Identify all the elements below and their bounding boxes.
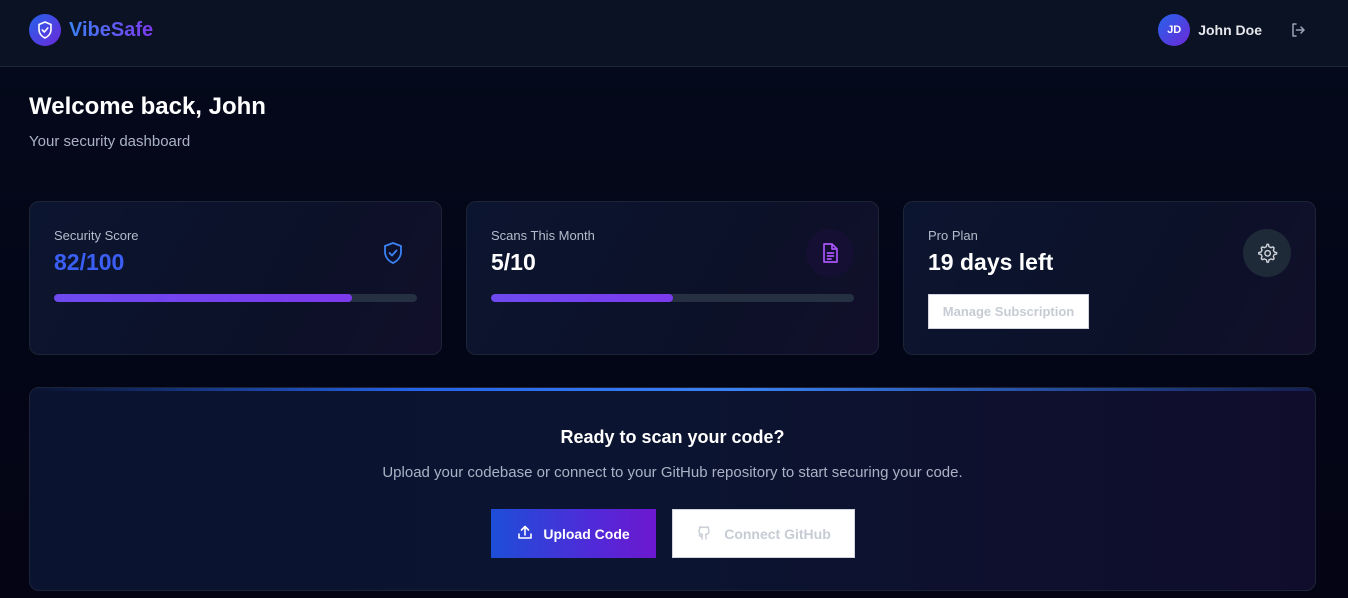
shield-logo-icon	[29, 14, 61, 46]
scan-cta-panel: Ready to scan your code? Upload your cod…	[29, 387, 1316, 591]
top-navigation-bar: VibeSafe JD John Doe	[0, 0, 1348, 67]
document-icon	[806, 229, 854, 277]
connect-github-button[interactable]: Connect GitHub	[672, 509, 855, 558]
user-name: John Doe	[1198, 22, 1262, 38]
scans-label: Scans This Month	[491, 228, 595, 243]
brand-name: VibeSafe	[69, 18, 154, 41]
github-icon	[696, 524, 712, 543]
plan-label: Pro Plan	[928, 228, 978, 243]
avatar[interactable]: JD	[1158, 14, 1191, 46]
scans-card: Scans This Month 5/10	[466, 201, 879, 355]
page-title: Welcome back, John	[29, 93, 266, 120]
scans-progress	[491, 294, 854, 302]
panel-glow-divider	[30, 388, 1315, 391]
connect-github-label: Connect GitHub	[724, 525, 831, 542]
scans-progress-fill	[491, 294, 673, 302]
upload-code-button[interactable]: Upload Code	[491, 509, 656, 558]
upload-code-label: Upload Code	[543, 525, 630, 542]
page-subtitle: Your security dashboard	[29, 133, 191, 150]
user-menu: JD John Doe	[1158, 14, 1308, 46]
security-score-progress-fill	[54, 294, 352, 302]
scans-value: 5/10	[491, 249, 536, 275]
scan-cta-description: Upload your codebase or connect to your …	[382, 464, 963, 481]
upload-icon	[517, 524, 533, 543]
plan-card: Pro Plan 19 days left Manage Subscriptio…	[903, 201, 1316, 355]
security-score-progress	[54, 294, 417, 302]
shield-check-icon	[369, 229, 417, 277]
plan-days-left: 19 days left	[928, 249, 1054, 275]
security-score-label: Security Score	[54, 228, 139, 243]
logout-icon[interactable]	[1288, 20, 1308, 40]
manage-subscription-button[interactable]: Manage Subscription	[928, 294, 1089, 329]
security-score-card: Security Score 82/100	[29, 201, 442, 355]
scan-cta-title: Ready to scan your code?	[560, 427, 785, 447]
security-score-value: 82/100	[54, 249, 125, 275]
brand[interactable]: VibeSafe	[29, 14, 153, 46]
gear-icon[interactable]	[1243, 229, 1291, 277]
